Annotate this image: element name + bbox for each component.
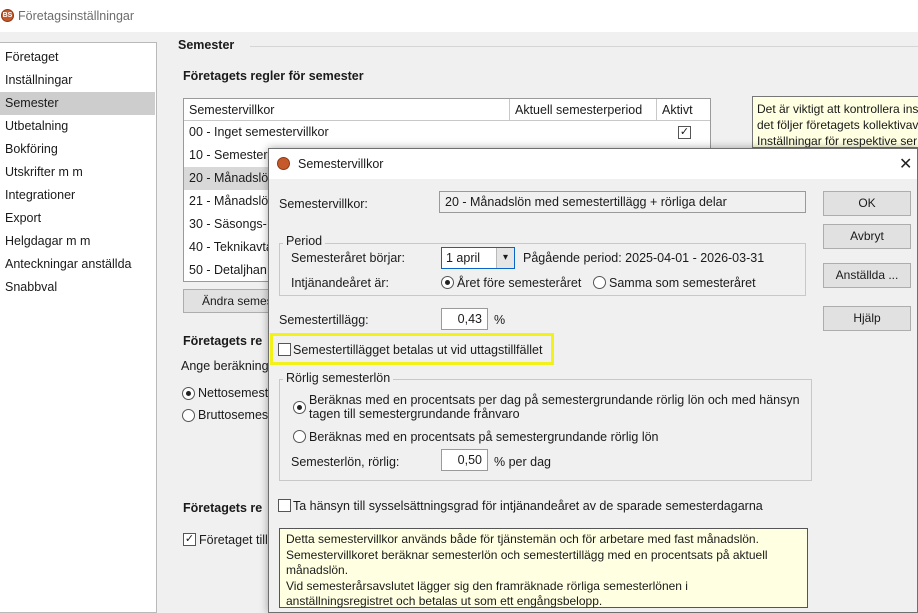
villkor-label: Semestervillkor: (279, 197, 368, 211)
note-line: månadslön. (286, 563, 349, 577)
earning-before-radio[interactable] (441, 276, 454, 289)
supplement-unit: % (494, 313, 506, 327)
employment-checkbox[interactable] (278, 499, 291, 512)
gross-label: Bruttosemes (198, 408, 269, 422)
supplement-label: Semestertillägg: (279, 313, 369, 327)
employees-button[interactable]: Anställda ... (823, 263, 911, 288)
per-day-radio[interactable] (293, 401, 306, 414)
column-header-villkor[interactable]: Semestervillkor (184, 99, 510, 121)
section-divider (250, 46, 918, 47)
active-checkbox[interactable]: ✓ (678, 126, 691, 139)
net-label: Nettosemest (198, 386, 269, 400)
dialog-title: Semestervillkor (298, 157, 384, 171)
dialog-title-bar[interactable]: Semestervillkor ✕ (269, 149, 917, 179)
per-day-line: tagen till semestergrundande frånvaro (309, 407, 520, 421)
sidebar-item-bokforing[interactable]: Bokföring (0, 138, 155, 161)
note-line: Vid semesterårsavslutet lägger sig den f… (286, 578, 688, 593)
note-line: Semestervillkoret beräknar semesterlön o… (286, 547, 768, 562)
start-select[interactable]: 1 april ▾ (441, 247, 515, 269)
supplement-input[interactable]: 0,43 (441, 308, 488, 330)
company-checkbox[interactable]: ✓ (183, 533, 196, 546)
earning-same-label: Samma som semesteråret (609, 276, 756, 290)
earning-label: Intjänandeåret är: (291, 276, 389, 290)
column-header-active[interactable]: Aktivt (657, 99, 710, 121)
percentage-radio[interactable] (293, 430, 306, 443)
per-day-line: Beräknas med en procentsats per dag på s… (309, 393, 800, 407)
sidebar-nav: Företaget Inställningar Semester Utbetal… (0, 42, 157, 613)
window-title: Företagsinställningar (18, 9, 135, 23)
rules-heading: Företagets regler för semester (183, 69, 364, 83)
rate-unit: % per dag (494, 455, 551, 469)
close-icon[interactable]: ✕ (899, 154, 912, 174)
title-bar: BS Företagsinställningar (0, 0, 918, 32)
row-name: 00 - Inget semestervillkor (189, 125, 329, 139)
company-checkbox-label: Företaget till (199, 533, 268, 547)
earning-same-radio[interactable] (593, 276, 606, 289)
current-period: Pågående period: 2025-04-01 - 2026-03-31 (523, 251, 765, 265)
employment-checkbox-label: Ta hänsyn till sysselsättningsgrad för i… (293, 499, 763, 513)
info-box: Det är viktigt att kontrollera inst det … (752, 96, 918, 148)
sidebar-item-helgdagar[interactable]: Helgdagar m m (0, 230, 155, 253)
start-select-value: 1 april (446, 251, 481, 265)
sidebar-item-anteckningar[interactable]: Anteckningar anställda (0, 253, 155, 276)
gross-radio[interactable] (182, 409, 195, 422)
sidebar-item-foretaget[interactable]: Företaget (0, 46, 155, 69)
note-line: anställningsregistret och betalas ut som… (286, 594, 603, 608)
rate-label: Semesterlön, rörlig: (291, 455, 400, 469)
row-name: 20 - Månadslö (189, 171, 269, 185)
period-group-label: Period (283, 234, 326, 248)
start-label: Semesteråret börjar: (291, 251, 405, 265)
sidebar-item-utbetalning[interactable]: Utbetalning (0, 115, 155, 138)
app-logo-icon: BS (1, 9, 14, 22)
calc-heading: Företagets re (183, 334, 263, 348)
other-heading: Företagets re (183, 501, 263, 515)
earning-before-label: Året före semesteråret (457, 276, 582, 290)
table-row[interactable]: 00 - Inget semestervillkor ✓ (184, 121, 710, 144)
sidebar-item-snabbval[interactable]: Snabbval (0, 276, 155, 299)
info-line: Inställningar för respektive ser (757, 134, 918, 148)
rate-input[interactable]: 0,50 (441, 449, 488, 471)
per-day-label: Beräknas med en procentsats per dag på s… (309, 393, 800, 421)
row-name: 30 - Säsongs- (189, 217, 267, 231)
dialog-note: Detta semestervillkor används både för t… (279, 528, 808, 608)
chevron-down-icon[interactable]: ▾ (496, 248, 514, 268)
ok-button[interactable]: OK (823, 191, 911, 216)
highlight-frame (270, 333, 554, 365)
section-title: Semester (178, 38, 235, 52)
info-line: Det är viktigt att kontrollera inst (757, 102, 918, 116)
note-line: Detta semestervillkor används både för t… (286, 532, 759, 546)
villkor-field: 20 - Månadslön med semestertillägg + rör… (439, 191, 806, 213)
sidebar-item-export[interactable]: Export (0, 207, 155, 230)
help-button[interactable]: Hjälp (823, 306, 911, 331)
app-logo-icon (277, 157, 290, 170)
calc-prompt: Ange beräkning (181, 359, 269, 373)
row-name: 40 - Teknikavta (189, 240, 273, 254)
net-radio[interactable] (182, 387, 195, 400)
row-name: 50 - Detaljhan (189, 263, 267, 277)
row-name: 10 - Semester (189, 148, 268, 162)
sidebar-item-semester[interactable]: Semester (0, 92, 155, 115)
percentage-label: Beräknas med en procentsats på semesterg… (309, 430, 659, 444)
info-line: det följer företagets kollektivav (757, 118, 918, 132)
cancel-button[interactable]: Avbryt (823, 224, 911, 249)
column-header-period[interactable]: Aktuell semesterperiod (510, 99, 657, 121)
sidebar-item-utskrifter[interactable]: Utskrifter m m (0, 161, 155, 184)
variable-group-label: Rörlig semesterlön (283, 371, 394, 385)
row-name: 21 - Månadslö (189, 194, 269, 208)
sidebar-item-integrationer[interactable]: Integrationer (0, 184, 155, 207)
sidebar-item-installningar[interactable]: Inställningar (0, 69, 155, 92)
